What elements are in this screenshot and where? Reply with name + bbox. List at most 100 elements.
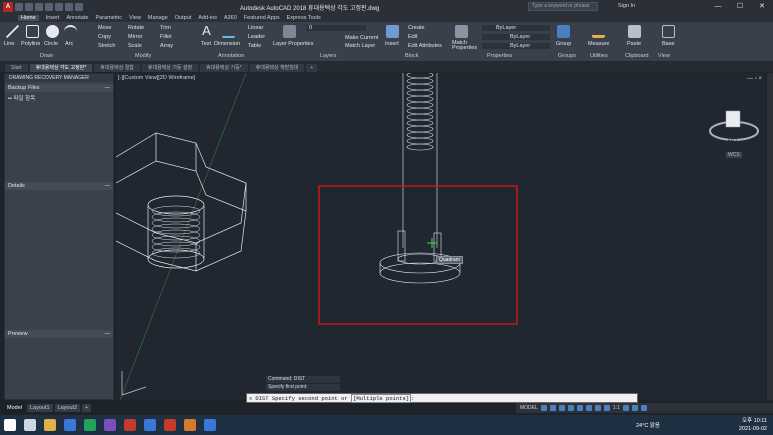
insert-icon[interactable]	[386, 25, 399, 38]
dimension-icon[interactable]	[222, 25, 235, 38]
paste-button[interactable]: Paste	[627, 41, 641, 47]
model-space-toggle[interactable]: MODEL	[520, 405, 538, 411]
layer-properties-button[interactable]: Layer Properties	[273, 41, 313, 47]
dimension-button[interactable]: Dimension	[214, 41, 240, 47]
linear-button[interactable]: Linear	[248, 25, 263, 31]
leader-button[interactable]: Leader	[248, 34, 265, 40]
tab-addins[interactable]: Add-ins	[198, 15, 217, 21]
utilities-panel-label[interactable]: Utilities	[590, 53, 608, 59]
undo-icon[interactable]	[65, 2, 73, 11]
polar-icon[interactable]	[567, 405, 574, 411]
tab-express-tools[interactable]: Express Tools	[287, 15, 321, 21]
lineweight-dropdown[interactable]: ByLayer	[482, 43, 550, 49]
tab-view[interactable]: View	[129, 15, 141, 21]
otrack-icon[interactable]	[585, 405, 592, 411]
snap-icon[interactable]	[549, 405, 556, 411]
customize-icon[interactable]	[640, 405, 647, 411]
array-button[interactable]: Array	[160, 43, 173, 49]
circle-button[interactable]: Circle	[44, 41, 58, 47]
match-properties-icon[interactable]	[455, 25, 468, 38]
measure-button[interactable]: Measure	[588, 41, 609, 47]
measure-icon[interactable]	[592, 25, 605, 38]
modify-panel-label[interactable]: Modify	[135, 53, 151, 59]
text-button[interactable]: Text	[201, 41, 211, 47]
linetype-dropdown[interactable]: ByLayer	[482, 34, 550, 40]
base-icon[interactable]	[662, 25, 675, 38]
viewcube-face-label[interactable]: FRT	[728, 138, 738, 144]
tab-parametric[interactable]: Parametric	[95, 15, 122, 21]
color-dropdown[interactable]: ByLayer	[482, 25, 550, 31]
annotation-icon[interactable]	[603, 405, 610, 411]
isolate-icon[interactable]	[631, 405, 638, 411]
autocad-taskbar-icon[interactable]	[164, 419, 176, 431]
app-icon[interactable]	[144, 419, 156, 431]
app-icon[interactable]	[204, 419, 216, 431]
create-block-button[interactable]: Create	[408, 25, 425, 31]
text-icon[interactable]: A	[200, 24, 213, 37]
arc-button[interactable]: Arc	[65, 41, 73, 47]
tab-a360[interactable]: A360	[224, 15, 237, 21]
circle-icon[interactable]	[46, 25, 59, 38]
tab-home[interactable]: Home	[18, 14, 39, 21]
match-layer-button[interactable]: Match Layer	[345, 43, 375, 49]
vscode-icon[interactable]	[84, 419, 96, 431]
tab-output[interactable]: Output	[175, 15, 192, 21]
search-icon[interactable]	[24, 419, 36, 431]
clipboard-panel-label[interactable]: Clipboard	[625, 53, 649, 59]
task-view-icon[interactable]	[44, 419, 56, 431]
windows-start-icon[interactable]	[4, 419, 16, 431]
viewcube[interactable]	[709, 110, 759, 141]
ortho-icon[interactable]	[558, 405, 565, 411]
new-tab-button[interactable]: +	[306, 64, 318, 72]
polyline-button[interactable]: Polyline	[21, 41, 40, 47]
arc-icon[interactable]	[64, 25, 77, 38]
base-button[interactable]: Base	[662, 41, 675, 47]
command-line-input[interactable]: ✕ DIST Specify second point or [Multiple …	[246, 393, 638, 403]
insert-button[interactable]: Insert	[385, 41, 399, 47]
doc-tab[interactable]: 휴대용택상 책받침대	[249, 64, 305, 72]
groups-panel-label[interactable]: Groups	[558, 53, 576, 59]
stretch-button[interactable]: Stretch	[98, 43, 115, 49]
tab-manage[interactable]: Manage	[148, 15, 168, 21]
weather-widget[interactable]: 24°C 맑음	[636, 421, 660, 429]
scale-button[interactable]: Scale	[128, 43, 142, 49]
signin-button[interactable]: Sign In	[618, 3, 635, 9]
clock[interactable]: 오후 10:11 2021-09-02	[739, 417, 767, 433]
polyline-icon[interactable]	[26, 25, 39, 38]
match-properties-button[interactable]: Match Properties	[452, 40, 477, 51]
fillet-button[interactable]: Fillet	[160, 34, 172, 40]
close-icon[interactable]: ✕	[249, 395, 252, 402]
line-button[interactable]: Line	[4, 41, 14, 47]
preview-header[interactable]: Preview —	[5, 330, 113, 338]
table-button[interactable]: Table	[248, 43, 261, 49]
layers-panel-label[interactable]: Layers	[320, 53, 337, 59]
properties-panel-label[interactable]: Properties	[487, 53, 512, 59]
backup-file-item[interactable]: ▪▪ 파일 항목	[8, 94, 35, 102]
rhino-icon[interactable]	[124, 419, 136, 431]
save-icon[interactable]	[35, 2, 43, 11]
workspace-gear-icon[interactable]	[622, 405, 629, 411]
chrome-icon[interactable]	[64, 419, 76, 431]
open-icon[interactable]	[25, 2, 33, 11]
new-icon[interactable]	[15, 2, 23, 11]
saveas-icon[interactable]	[45, 2, 53, 11]
mirror-button[interactable]: Mirror	[128, 34, 142, 40]
line-icon[interactable]	[6, 25, 19, 38]
add-layout-button[interactable]: +	[82, 403, 92, 412]
make-current-button[interactable]: Make Current	[345, 35, 378, 41]
tab-layout2[interactable]: Layout2	[54, 403, 81, 412]
tab-layout1[interactable]: Layout1	[26, 403, 53, 412]
collapse-icon[interactable]: —	[105, 182, 111, 190]
right-toolbar[interactable]	[767, 73, 773, 400]
tab-annotate[interactable]: Annotate	[66, 15, 88, 21]
minimize-button[interactable]: —	[707, 0, 729, 13]
wcs-menu[interactable]: WCS	[726, 152, 742, 158]
grid-icon[interactable]	[540, 405, 547, 411]
layer-dropdown[interactable]: 0	[306, 25, 366, 31]
collapse-icon[interactable]: —	[105, 330, 111, 338]
annotation-scale[interactable]: 1:1	[613, 405, 620, 411]
layer-properties-icon[interactable]	[283, 25, 296, 38]
redo-icon[interactable]	[75, 2, 83, 11]
backup-files-header[interactable]: Backup Files —	[5, 84, 113, 92]
plot-icon[interactable]	[55, 2, 63, 11]
